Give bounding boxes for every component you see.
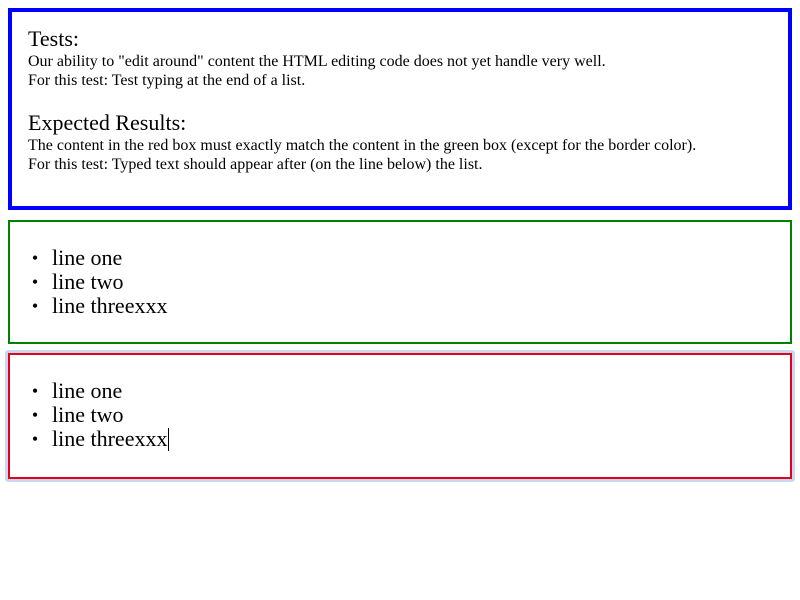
list-item-text: line two bbox=[52, 269, 124, 294]
bullet-icon: • bbox=[31, 381, 39, 401]
editable-content-box[interactable]: • line one • line two • line threexxx bbox=[8, 353, 792, 479]
list-item[interactable]: • line one bbox=[28, 379, 169, 403]
list-item-text[interactable]: line two bbox=[52, 402, 124, 427]
expected-list: • line one • line two • line threexxx bbox=[28, 246, 168, 318]
tests-description-box: Tests: Our ability to "edit around" cont… bbox=[8, 8, 792, 210]
bullet-icon: • bbox=[31, 405, 39, 425]
tests-heading: Tests: bbox=[28, 26, 80, 51]
list-item-text: line one bbox=[52, 245, 123, 270]
list-item: • line threexxx bbox=[28, 293, 168, 318]
list-item[interactable]: • line threexxx bbox=[28, 426, 170, 451]
bullet-icon: • bbox=[31, 248, 39, 268]
list-item-text[interactable]: line threexxx bbox=[52, 426, 167, 451]
bullet-icon: • bbox=[31, 272, 39, 292]
list-item: • line one bbox=[28, 246, 167, 270]
expected-results-heading: Expected Results: bbox=[28, 110, 187, 135]
expected-content-box: • line one • line two • line threexxx bbox=[8, 220, 792, 344]
list-item-text[interactable]: line one bbox=[52, 378, 122, 403]
tests-description-line: For this test: Test typing at the end of… bbox=[28, 72, 306, 89]
list-item: • line two bbox=[28, 270, 167, 294]
expected-results-line: The content in the red box must exactly … bbox=[28, 137, 697, 154]
editable-list[interactable]: • line one • line two • line threexxx bbox=[28, 379, 170, 451]
tests-description-line: Our ability to "edit around" content the… bbox=[28, 53, 606, 70]
bullet-icon: • bbox=[31, 429, 39, 449]
expected-results-line: For this test: Typed text should appear … bbox=[28, 156, 483, 173]
bullet-icon: • bbox=[31, 296, 39, 316]
text-caret bbox=[168, 428, 170, 451]
list-item-text: line threexxx bbox=[52, 293, 168, 318]
list-item[interactable]: • line two bbox=[28, 403, 169, 427]
